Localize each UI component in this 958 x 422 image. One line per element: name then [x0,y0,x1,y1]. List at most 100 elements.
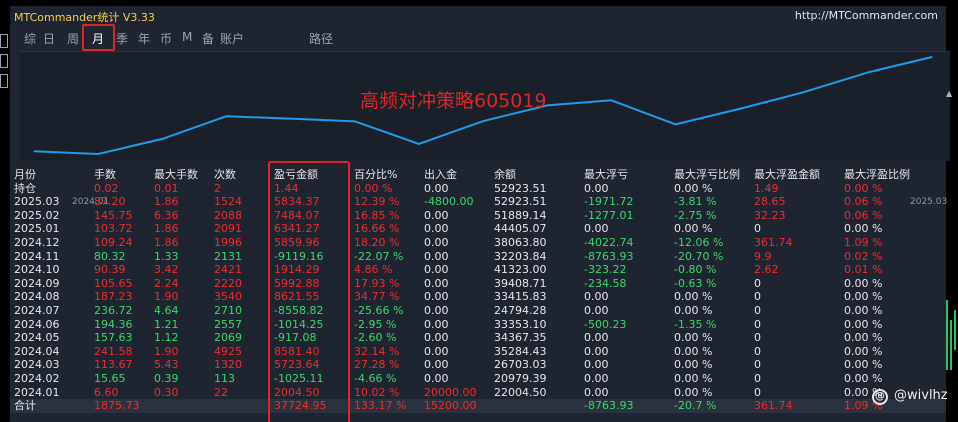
toolbar-button[interactable] [0,34,8,48]
table-cell: -2.75 % [674,208,717,222]
table-row: 2024.05 157.63 1.12 2069 -917.08 -2.60 % 0.00 3… [10,331,946,345]
table-row: 2024.04 241.58 1.90 4925 8581.40 32.14 % 0.00 3… [10,345,946,359]
table-cell: 6.36 [154,208,179,222]
table-cell: 0.00 % [674,181,713,195]
statistics-panel: MTCommander统计 V3.33 http://MTCommander.c… [10,6,952,422]
price-bar [954,310,956,350]
table-cell: 80.32 [94,249,126,263]
row-label: 2024.11 [14,249,60,263]
table-cell: 0.00 [584,331,609,345]
table-cell: 0.00 % [844,372,883,385]
row-label: 2024.08 [14,290,60,304]
app-title: MTCommander统计 V3.33 [14,11,155,24]
equity-point-2024.09 [546,104,548,106]
equity-point-2025.03 [931,56,933,58]
table-cell: 1.33 [154,249,179,263]
tab-0[interactable]: 综 [24,30,36,47]
table-cell: 105.65 [94,276,133,290]
table-row: 2024.12 109.24 1.86 1996 5859.96 18.20 % 0.00 3… [10,236,946,250]
table-cell: -1.35 % [674,317,717,331]
tab-6[interactable]: 币 [160,30,172,47]
table-cell: -20.7 % [674,399,717,413]
table-cell: -323.22 [584,263,627,277]
table-cell: 16.85 % [354,208,400,222]
table-cell: 113 [214,372,235,385]
tab-2[interactable]: 周 [67,30,79,47]
header-cell: 最大浮亏 [584,168,628,181]
table-cell: 0.00 [424,317,449,331]
table-cell: 2.24 [154,276,179,290]
table-cell: 0.00 [424,276,449,290]
price-bar [946,300,948,370]
table-cell: 1320 [214,358,242,372]
holding-row: 持仓 0.02 0.01 2 1.44 0.00 % 0.00 52923.51 0.00 0.0… [10,182,946,196]
table-cell: 0 [754,276,761,290]
table-cell: 0.00 % [674,358,713,372]
chart-scroll-up-icon[interactable]: ▲ [946,89,952,98]
table-row: 2024.03 113.67 5.43 1320 5723.64 27.28 % 0.00 2… [10,358,946,372]
header-cell: 手数 [94,168,116,181]
row-label: 2024.06 [14,317,60,331]
month-tab-highlight [82,24,115,51]
table-cell: 0.39 [154,372,179,385]
table-cell: 0 [754,385,761,399]
table-cell: 32203.84 [494,249,547,263]
toolbar-button[interactable] [0,74,8,88]
header-cell: 出入金 [424,168,457,181]
table-row: 2024.02 15.65 0.39 113 -1025.11 -4.66 % 0.00 20… [10,372,946,386]
table-cell: 0.00 % [844,276,883,290]
tab-1[interactable]: 日 [43,30,55,47]
table-cell: -8763.93 [584,249,634,263]
table-cell: 0.00 [424,304,449,317]
table-cell: 0 [754,358,761,372]
table-cell: 113.67 [94,358,133,372]
table-cell: 20000.00 [424,385,477,399]
table-cell: 0.00 % [354,181,393,195]
header-cell: 最大浮亏比例 [674,168,740,181]
toolbar-button[interactable] [0,54,8,68]
tab-9[interactable]: 账户 [220,30,244,47]
table-cell: 1.21 [154,317,179,331]
table-cell: 109.24 [94,236,133,249]
table-cell: 4925 [214,344,242,358]
tab-5[interactable]: 年 [138,30,150,47]
table-cell: 1.09 % [844,236,883,249]
equity-point-2024.10 [610,99,612,101]
table-cell: -22.07 % [354,249,404,263]
table-cell: 0.00 [584,181,609,195]
table-cell: 32.14 % [354,344,400,358]
tab-4[interactable]: 季 [116,30,128,47]
row-label: 2025.03 [14,195,60,209]
table-row: 2024.10 90.39 3.42 2421 1914.29 4.86 % 0.00 413… [10,263,946,277]
table-cell: 38063.80 [494,236,547,249]
table-cell: 0 [754,290,761,304]
table-cell: -20.70 % [674,249,724,263]
header-cell: 最大浮盈比例 [844,168,910,181]
header-cell: 最大浮盈金额 [754,168,820,181]
table-cell: 0.00 % [844,317,883,331]
table-row: 2024.09 105.65 2.24 2220 5992.88 17.93 % 0.00 3… [10,277,946,291]
row-label: 2024.09 [14,276,60,290]
table-cell: 44405.07 [494,222,547,236]
table-cell: 2557 [214,317,242,331]
table-cell: 26703.03 [494,358,547,372]
tab-7[interactable]: M [182,30,192,44]
table-cell: 361.74 [754,236,793,249]
table-cell: -500.23 [584,317,627,331]
table-cell: 103.72 [94,222,133,236]
tab-8[interactable]: 备 [202,30,214,47]
equity-point-2025.02 [867,71,869,74]
table-cell: 9.9 [754,249,772,263]
equity-point-2024.02 [97,153,99,155]
table-cell: 0.02 [94,181,119,195]
tab-10[interactable]: 路径 [309,30,333,47]
table-cell: 1.90 [154,344,179,358]
table-cell: -3.81 % [674,195,717,209]
table-cell: 2088 [214,208,242,222]
table-cell: 1.12 [154,331,179,345]
table-row: 2024.06 194.36 1.21 2557 -1014.25 -2.95 % 0.00… [10,318,946,332]
table-cell: 0.00 % [674,304,713,317]
website-link[interactable]: http://MTCommander.com [795,9,938,22]
table-cell: 0.00 % [844,222,883,236]
table-cell: 0.00 % [674,290,713,304]
